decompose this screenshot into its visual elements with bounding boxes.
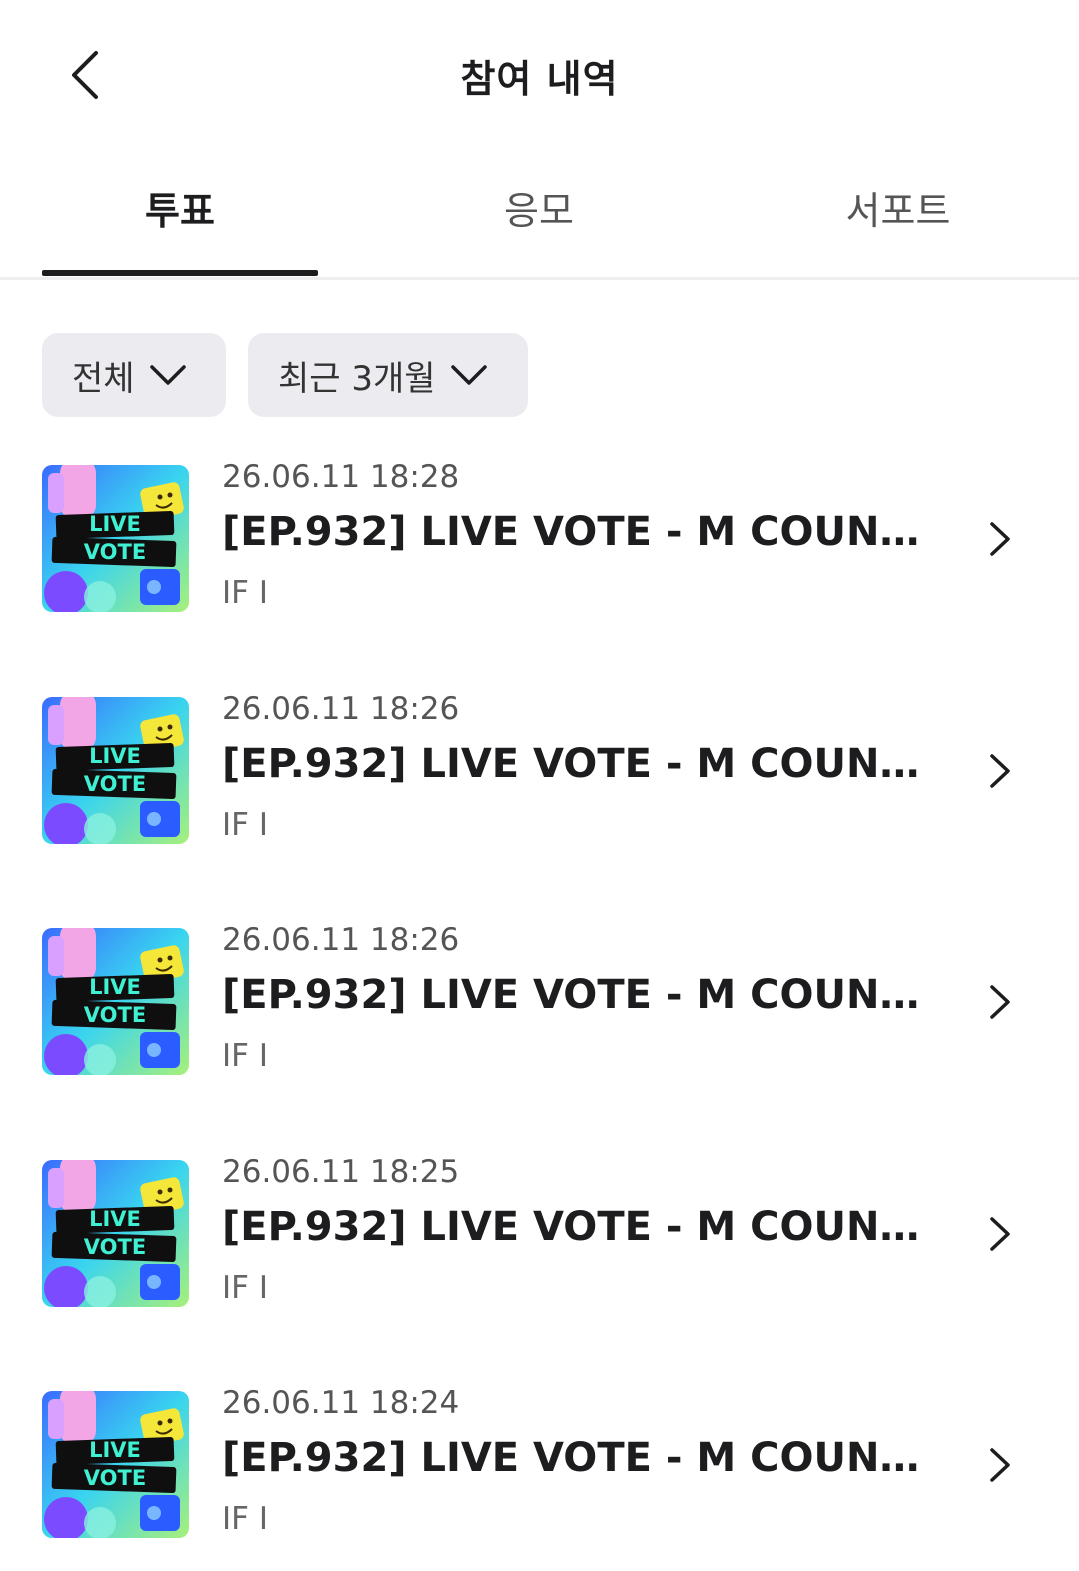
live-vote-thumbnail: LIVE VOTE — [42, 1391, 189, 1538]
thumbnail-text-vote: VOTE — [84, 1235, 146, 1259]
active-tab-indicator — [42, 270, 318, 276]
item-title: [EP.932] LIVE VOTE - M COUNTDO… — [222, 1203, 942, 1250]
vote-history-item[interactable]: LIVE VOTE 26.06.11 18:26 [EP.932] LIVE VO… — [0, 691, 1079, 847]
live-vote-thumbnail: LIVE VOTE — [42, 928, 189, 1075]
live-vote-thumbnail: LIVE VOTE — [42, 696, 189, 844]
chevron-right-icon[interactable] — [985, 751, 1015, 791]
tab-entry[interactable]: 응모 — [399, 180, 679, 280]
tab-vote[interactable]: 투표 — [40, 180, 320, 280]
item-artist: IF I — [222, 1501, 268, 1537]
thumbnail-text-live: LIVE — [89, 744, 141, 768]
live-vote-thumbnail: LIVE VOTE — [42, 1159, 189, 1307]
period-filter-dropdown[interactable]: 최근 3개월 — [248, 333, 528, 417]
thumbnail-text-live: LIVE — [89, 512, 141, 536]
vote-history-item[interactable]: LIVE VOTE 26.06.11 18:24 [EP.932] LIVE VO… — [0, 1385, 1079, 1541]
thumbnail-text-vote: VOTE — [84, 772, 146, 796]
thumbnail-text-live: LIVE — [89, 975, 141, 999]
chevron-right-icon[interactable] — [985, 1214, 1015, 1254]
page-title: 참여 내역 — [460, 57, 619, 101]
category-filter-label: 전체 — [72, 358, 135, 399]
thumbnail-text-vote: VOTE — [84, 540, 146, 564]
item-title: [EP.932] LIVE VOTE - M COUNTDO… — [222, 1435, 942, 1481]
vote-history-item[interactable]: LIVE VOTE 26.06.11 18:26 [EP.932] LIVE VO… — [0, 922, 1079, 1078]
thumbnail-text-vote: VOTE — [84, 1466, 146, 1490]
item-date: 26.06.11 18:26 — [222, 690, 460, 727]
item-date: 26.06.11 18:25 — [222, 1153, 460, 1190]
category-filter-dropdown[interactable]: 전체 — [42, 333, 226, 417]
chevron-right-icon[interactable] — [985, 519, 1015, 559]
vote-history-item[interactable]: LIVE VOTE 26.06.11 18:28 [EP.932] LIVE VO… — [0, 459, 1079, 615]
item-title: [EP.932] LIVE VOTE - M COUNTDO… — [222, 509, 942, 555]
item-artist: IF I — [222, 1269, 268, 1306]
thumbnail-text-live: LIVE — [89, 1207, 141, 1231]
item-date: 26.06.11 18:28 — [222, 459, 460, 495]
thumbnail-text-vote: VOTE — [84, 1003, 146, 1027]
item-title: [EP.932] LIVE VOTE - M COUNTDO… — [222, 740, 942, 787]
item-date: 26.06.11 18:24 — [222, 1385, 460, 1421]
tab-support[interactable]: 서포트 — [758, 180, 1038, 280]
tab-bar: 투표 응모 서포트 — [0, 160, 1079, 280]
vote-history-item[interactable]: LIVE VOTE 26.06.11 18:25 [EP.932] LIVE VO… — [0, 1154, 1079, 1310]
live-vote-thumbnail: LIVE VOTE — [42, 465, 189, 612]
chevron-down-icon — [149, 365, 186, 385]
item-artist: IF I — [222, 806, 268, 843]
thumbnail-text-live: LIVE — [89, 1438, 141, 1462]
period-filter-label: 최근 3개월 — [278, 358, 436, 399]
participation-history-page: 참여 내역 투표 응모 서포트 전체 최근 3개월 LIVE VOTE 26.0… — [0, 0, 1079, 1571]
item-title: [EP.932] LIVE VOTE - M COUNTDO… — [222, 972, 942, 1018]
item-artist: IF I — [222, 575, 268, 611]
chevron-down-icon — [450, 365, 487, 385]
chevron-right-icon[interactable] — [985, 982, 1015, 1022]
header: 참여 내역 — [0, 0, 1079, 140]
item-artist: IF I — [222, 1038, 268, 1074]
item-date: 26.06.11 18:26 — [222, 922, 460, 958]
chevron-right-icon[interactable] — [985, 1445, 1015, 1485]
